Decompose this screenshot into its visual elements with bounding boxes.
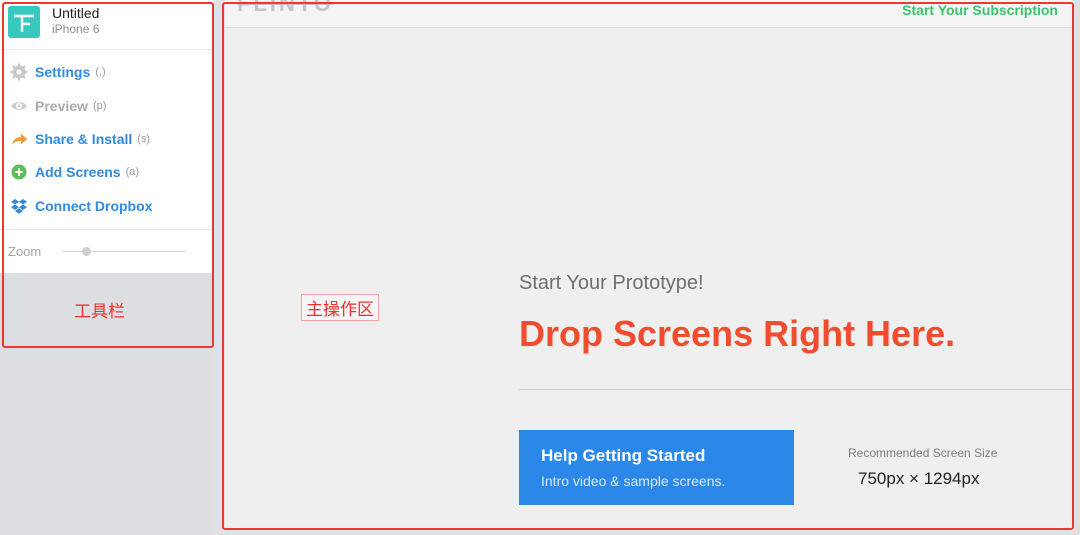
main-area-annotation-box bbox=[222, 2, 1074, 530]
toolbar-annotation-label: 工具栏 bbox=[74, 302, 125, 321]
main-area-annotation-label: 主操作区 bbox=[301, 294, 379, 321]
